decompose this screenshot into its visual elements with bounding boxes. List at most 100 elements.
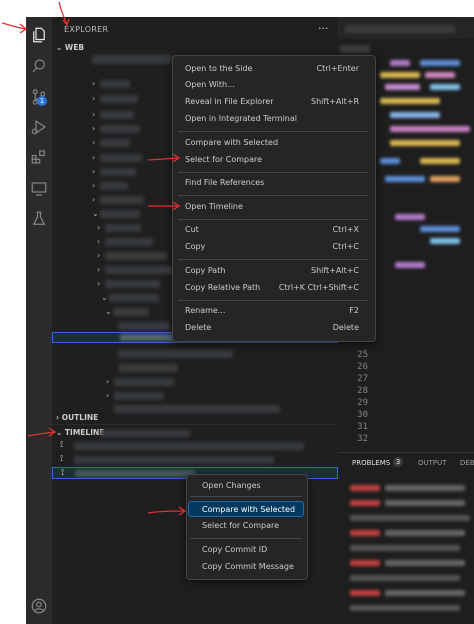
remote-explorer-icon[interactable] <box>26 177 52 201</box>
menu-reveal-in-file-explorer[interactable]: Reveal in File Explorer <box>185 97 274 106</box>
tree-item[interactable] <box>100 210 140 218</box>
line-number: 27 <box>357 374 368 384</box>
chevron-right-icon: › <box>92 94 96 103</box>
tree-item[interactable] <box>100 168 136 176</box>
tree-item[interactable] <box>118 350 233 358</box>
chevron-down-icon: ⌄ <box>105 307 112 316</box>
chevron-right-icon: › <box>97 223 101 232</box>
workspace-section-header[interactable]: ⌄ WEB <box>56 43 84 52</box>
tree-item[interactable] <box>118 322 170 330</box>
divider <box>52 424 338 425</box>
tab-problems[interactable]: PROBLEMS <box>352 459 390 467</box>
menu-find-file-references[interactable]: Find File References <box>185 178 264 187</box>
chevron-right-icon: › <box>92 124 96 133</box>
menu-copy-relative-path[interactable]: Copy Relative Path <box>185 283 260 292</box>
tree-item[interactable] <box>100 182 128 190</box>
tab-output[interactable]: OUTPUT <box>418 459 447 467</box>
menu-select-for-compare-commit[interactable]: Select for Compare <box>202 521 279 530</box>
shortcut-label: F2 <box>349 306 359 315</box>
line-number: 25 <box>357 350 368 360</box>
tree-item[interactable] <box>114 378 174 386</box>
chevron-right-icon: › <box>97 237 101 246</box>
tree-item[interactable] <box>105 224 141 232</box>
chevron-right-icon: › <box>92 138 96 147</box>
tree-item[interactable] <box>105 238 153 246</box>
tree-item[interactable] <box>109 294 159 302</box>
tree-item[interactable] <box>100 125 140 133</box>
menu-open-with[interactable]: Open With... <box>185 80 235 89</box>
tree-item[interactable] <box>100 154 142 162</box>
tree-item[interactable] <box>105 266 175 274</box>
commit-icon: ⟟ <box>60 440 64 450</box>
line-number: 29 <box>357 398 368 408</box>
chevron-right-icon: › <box>92 195 96 204</box>
line-numbers <box>340 45 370 53</box>
menu-rename[interactable]: Rename... <box>185 306 225 315</box>
search-icon[interactable] <box>26 54 52 78</box>
timeline-section-header[interactable]: ⌄ TIMELINE <box>56 428 104 437</box>
line-number: 28 <box>357 386 368 396</box>
menu-separator <box>190 496 302 497</box>
tree-item[interactable] <box>105 280 160 288</box>
extensions-icon[interactable] <box>26 145 52 169</box>
line-number: 31 <box>357 422 368 432</box>
menu-compare-with-selected[interactable]: Compare with Selected <box>185 138 278 147</box>
tree-item[interactable] <box>92 55 172 64</box>
menu-copy[interactable]: Copy <box>185 242 205 251</box>
editor-tab[interactable] <box>345 25 455 33</box>
menu-open-to-side[interactable]: Open to the Side <box>185 64 252 73</box>
tree-item[interactable] <box>105 252 167 260</box>
menu-separator <box>178 172 368 173</box>
tree-item[interactable] <box>100 80 130 88</box>
run-debug-icon[interactable] <box>26 115 52 139</box>
commit-icon: ⟟ <box>60 454 64 464</box>
shortcut-label: Ctrl+X <box>332 225 359 234</box>
menu-separator <box>190 538 302 539</box>
chevron-down-icon: ⌄ <box>101 293 108 302</box>
tree-item[interactable] <box>118 364 178 372</box>
tree-item[interactable] <box>113 308 149 316</box>
chevron-right-icon: › <box>97 251 101 260</box>
testing-icon[interactable] <box>26 207 52 231</box>
menu-delete[interactable]: Delete <box>185 323 211 332</box>
account-icon[interactable] <box>26 594 52 618</box>
tree-item[interactable] <box>114 405 280 413</box>
annotation-arrow-icon <box>147 153 181 163</box>
menu-open-changes[interactable]: Open Changes <box>202 481 261 490</box>
commit-icon: ⟟ <box>61 468 65 478</box>
tree-item[interactable] <box>100 196 144 204</box>
menu-copy-commit-id[interactable]: Copy Commit ID <box>202 545 267 554</box>
chevron-right-icon: › <box>92 79 96 88</box>
menu-copy-path[interactable]: Copy Path <box>185 266 225 275</box>
timeline-item[interactable]: ⟟ <box>52 454 338 466</box>
chevron-right-icon: › <box>106 377 110 386</box>
line-number: 26 <box>357 362 368 372</box>
chevron-right-icon: › <box>97 265 101 274</box>
menu-copy-commit-message[interactable]: Copy Commit Message <box>202 562 294 571</box>
outline-label: OUTLINE <box>61 413 99 422</box>
tree-item[interactable] <box>100 111 134 119</box>
tree-item[interactable] <box>120 334 176 341</box>
tree-item[interactable] <box>100 139 130 147</box>
menu-select-for-compare[interactable]: Select for Compare <box>185 155 262 164</box>
tree-item[interactable] <box>114 392 164 400</box>
tree-item[interactable] <box>100 95 138 103</box>
outline-section-header[interactable]: › OUTLINE <box>56 413 98 422</box>
chevron-right-icon: › <box>92 153 96 162</box>
chevron-right-icon: › <box>92 110 96 119</box>
annotation-arrow-icon <box>27 427 57 437</box>
menu-separator <box>178 300 368 301</box>
timeline-item[interactable]: ⟟ <box>52 440 338 452</box>
chevron-right-icon: › <box>92 181 96 190</box>
tab-debug-console[interactable]: DEBI <box>460 459 474 467</box>
chevron-down-icon: ⌄ <box>92 209 99 218</box>
menu-separator <box>178 131 368 132</box>
annotation-arrow-icon <box>58 1 70 27</box>
menu-cut[interactable]: Cut <box>185 225 199 234</box>
shortcut-label: Shift+Alt+R <box>311 97 359 106</box>
menu-open-timeline[interactable]: Open Timeline <box>185 202 243 211</box>
shortcut-label: Delete <box>332 323 359 332</box>
menu-open-in-terminal[interactable]: Open in Integrated Terminal <box>185 114 297 123</box>
menu-compare-with-selected-commit[interactable]: Compare with Selected <box>202 505 295 514</box>
more-actions-button[interactable]: ··· <box>318 22 329 35</box>
